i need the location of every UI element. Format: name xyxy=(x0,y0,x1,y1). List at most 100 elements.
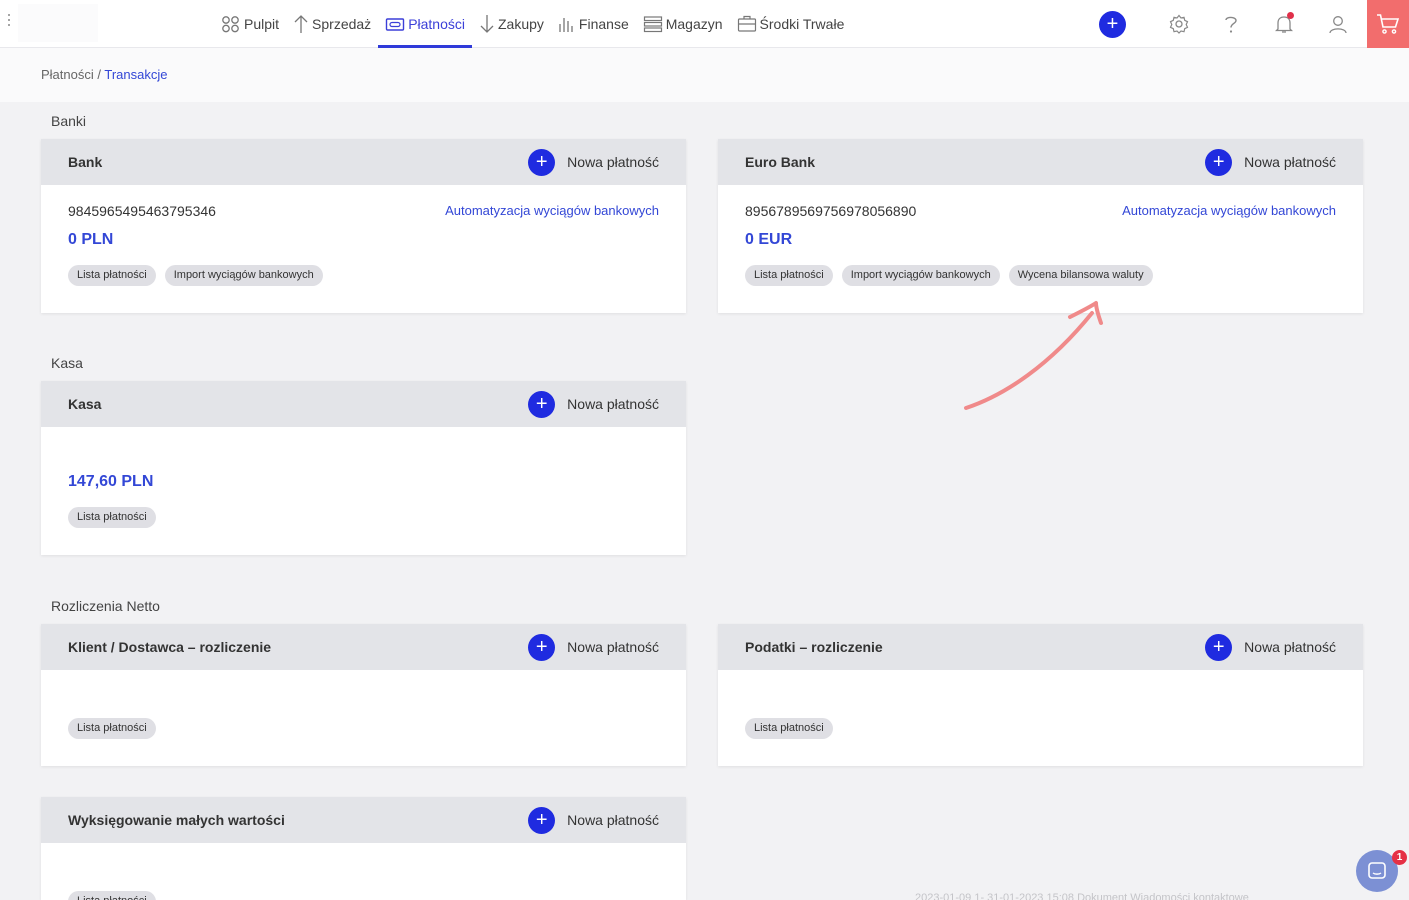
card-title: Bank xyxy=(68,154,103,170)
import-statements-chip[interactable]: Import wyciągów bankowych xyxy=(841,265,1000,286)
chip-group: Lista płatności Import wyciągów bankowyc… xyxy=(745,265,1162,286)
plus-icon: + xyxy=(528,390,556,418)
section-title-kasa: Kasa xyxy=(51,355,83,371)
new-payment-label: Nowa płatność xyxy=(567,396,659,412)
payment-list-chip[interactable]: Lista płatności xyxy=(745,718,833,739)
add-button[interactable]: + xyxy=(1099,10,1126,38)
bank-card: Bank + Nowa płatność 9845965495463795346… xyxy=(41,139,686,313)
plus-icon: + xyxy=(528,633,556,661)
plus-icon: + xyxy=(1205,633,1233,661)
top-right-actions: + xyxy=(1099,0,1409,48)
annotation-arrow xyxy=(964,301,1103,410)
payment-list-chip[interactable]: Lista płatności xyxy=(745,265,833,286)
user-icon[interactable] xyxy=(1325,11,1351,37)
card-title: Kasa xyxy=(68,396,102,412)
nav-item-pulpit[interactable]: Pulpit xyxy=(214,0,286,48)
chip-group: Lista płatności xyxy=(68,891,165,900)
new-payment-button[interactable]: + Nowa płatność xyxy=(528,148,659,176)
footer-text: 2023-01-09 1- 31-01-2023 15:08 Dokument … xyxy=(915,892,1249,900)
new-payment-button[interactable]: + Nowa płatność xyxy=(528,806,659,834)
nav-item-label: Magazyn xyxy=(665,16,723,32)
briefcase-icon xyxy=(737,15,756,32)
card-title: Podatki – rozliczenie xyxy=(745,639,883,655)
card-body: Lista płatności xyxy=(718,670,1363,766)
balance: 147,60 PLN xyxy=(68,473,154,490)
main-menu: Pulpit Sprzedaż Płatności Zakupy Finanse… xyxy=(214,0,851,48)
card-header: Podatki – rozliczenie + Nowa płatność xyxy=(718,624,1363,670)
card-title: Klient / Dostawca – rozliczenie xyxy=(68,639,272,655)
more-vertical-icon[interactable] xyxy=(6,14,12,32)
arrow-up-icon xyxy=(294,15,308,33)
chat-unread-badge: 1 xyxy=(1392,850,1407,865)
breadcrumb-separator: / xyxy=(93,67,105,82)
section-title-banki: Banki xyxy=(51,113,87,129)
new-payment-label: Nowa płatność xyxy=(1244,639,1336,655)
bank-automation-link[interactable]: Automatyzacja wyciągów bankowych xyxy=(1122,203,1336,218)
currency-valuation-chip[interactable]: Wycena bilansowa waluty xyxy=(1008,265,1153,286)
bell-icon[interactable] xyxy=(1271,11,1297,37)
new-payment-label: Nowa płatność xyxy=(567,812,659,828)
chip-group: Lista płatności xyxy=(68,507,165,528)
card-title: Euro Bank xyxy=(745,154,816,170)
nav-item-label: Środki Trwałe xyxy=(759,16,845,32)
card-header: Klient / Dostawca – rozliczenie + Nowa p… xyxy=(41,624,686,670)
nav-item-finanse[interactable]: Finanse xyxy=(551,0,636,48)
bank-automation-link[interactable]: Automatyzacja wyciągów bankowych xyxy=(445,203,659,218)
breadcrumb-parent[interactable]: Płatności xyxy=(41,67,94,82)
balance: 0 PLN xyxy=(68,231,114,248)
account-number: 8956789569756978056890 xyxy=(745,203,917,219)
new-payment-button[interactable]: + Nowa płatność xyxy=(1205,148,1336,176)
breadcrumb-bar: Płatności / Transakcje xyxy=(0,48,1409,102)
chip-group: Lista płatności xyxy=(745,718,842,739)
client-supplier-settlement-card: Klient / Dostawca – rozliczenie + Nowa p… xyxy=(41,624,686,766)
cart-icon xyxy=(1377,14,1400,34)
balance: 0 EUR xyxy=(745,231,793,248)
card-title: Wyksięgowanie małych wartości xyxy=(68,812,285,828)
nav-item-zakupy[interactable]: Zakupy xyxy=(472,0,551,48)
card-header: Bank + Nowa płatność xyxy=(41,139,686,185)
small-values-writeoff-card: Wyksięgowanie małych wartości + Nowa pła… xyxy=(41,797,686,900)
euro-bank-card: Euro Bank + Nowa płatność 89567895697569… xyxy=(718,139,1363,313)
payment-list-chip[interactable]: Lista płatności xyxy=(68,891,156,900)
payment-card-icon xyxy=(385,18,405,31)
card-body: 147,60 PLN Lista płatności xyxy=(41,427,686,555)
gear-icon[interactable] xyxy=(1166,11,1192,37)
card-header: Euro Bank + Nowa płatność xyxy=(718,139,1363,185)
nav-item-label: Finanse xyxy=(578,16,629,32)
account-number: 9845965495463795346 xyxy=(68,203,216,219)
nav-item-srodki-trwale[interactable]: Środki Trwałe xyxy=(730,0,852,48)
card-header: Wyksięgowanie małych wartości + Nowa pła… xyxy=(41,797,686,843)
new-payment-label: Nowa płatność xyxy=(1244,154,1336,170)
nav-item-platnosci[interactable]: Płatności xyxy=(378,0,472,48)
new-payment-button[interactable]: + Nowa płatność xyxy=(1205,633,1336,661)
payment-list-chip[interactable]: Lista płatności xyxy=(68,718,156,739)
top-navigation-bar: Pulpit Sprzedaż Płatności Zakupy Finanse… xyxy=(0,0,1409,48)
new-payment-button[interactable]: + Nowa płatność xyxy=(528,390,659,418)
chip-group: Lista płatności xyxy=(68,718,165,739)
plus-icon: + xyxy=(1205,148,1233,176)
nav-item-label: Pulpit xyxy=(244,16,280,32)
import-statements-chip[interactable]: Import wyciągów bankowych xyxy=(164,265,323,286)
breadcrumb: Płatności / Transakcje xyxy=(41,67,167,82)
nav-item-label: Sprzedaż xyxy=(312,16,372,32)
nav-item-magazyn[interactable]: Magazyn xyxy=(636,0,730,48)
chip-group: Lista płatności Import wyciągów bankowyc… xyxy=(68,265,332,286)
warehouse-icon xyxy=(643,16,662,33)
tax-settlement-card: Podatki – rozliczenie + Nowa płatność Li… xyxy=(718,624,1363,766)
payment-list-chip[interactable]: Lista płatności xyxy=(68,507,156,528)
help-icon[interactable] xyxy=(1218,11,1244,37)
payment-list-chip[interactable]: Lista płatności xyxy=(68,265,156,286)
cart-button[interactable] xyxy=(1367,0,1409,48)
card-body: Lista płatności xyxy=(41,843,686,900)
breadcrumb-current[interactable]: Transakcje xyxy=(104,67,167,82)
bar-chart-icon xyxy=(559,18,573,32)
new-payment-label: Nowa płatność xyxy=(567,154,659,170)
grid-icon xyxy=(222,16,239,33)
card-header: Kasa + Nowa płatność xyxy=(41,381,686,427)
arrow-down-icon xyxy=(480,15,494,33)
new-payment-button[interactable]: + Nowa płatność xyxy=(528,633,659,661)
logo[interactable] xyxy=(18,4,98,42)
card-body: 8956789569756978056890 Automatyzacja wyc… xyxy=(718,185,1363,313)
nav-item-label: Zakupy xyxy=(498,16,544,32)
nav-item-sprzedaz[interactable]: Sprzedaż xyxy=(286,0,378,48)
